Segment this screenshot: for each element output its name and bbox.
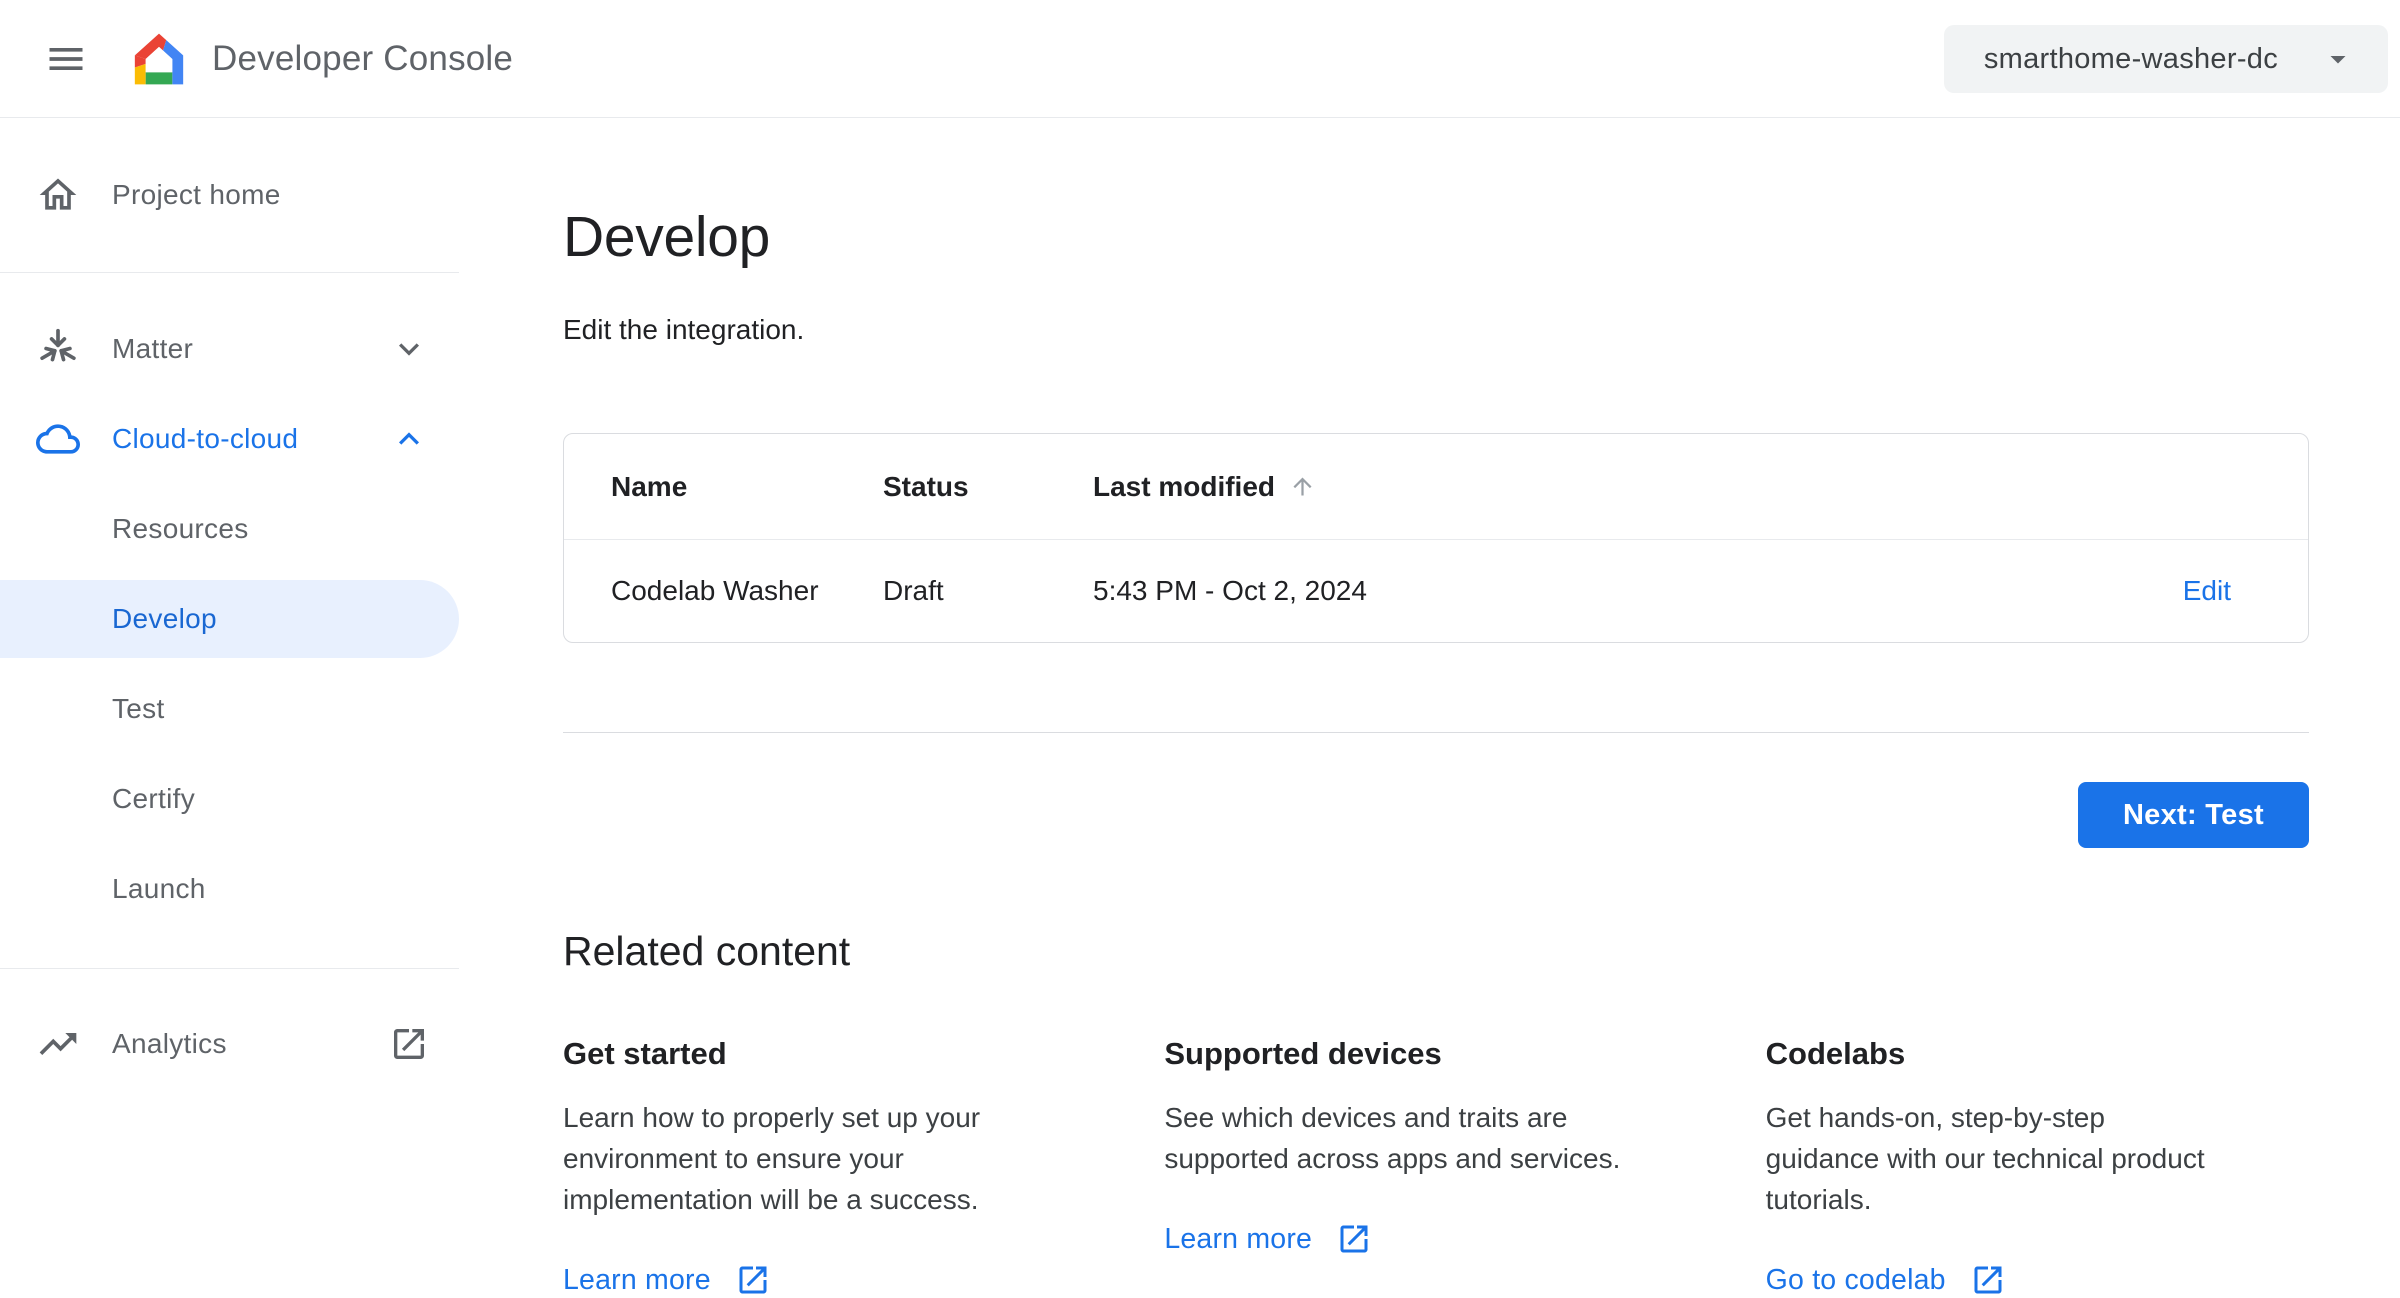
sidebar-item-cloud-to-cloud[interactable]: Cloud-to-cloud: [0, 394, 459, 484]
sidebar-item-project-home[interactable]: Project home: [0, 150, 459, 240]
sidebar-item-analytics[interactable]: Analytics: [0, 999, 459, 1089]
card-body: See which devices and traits are support…: [1164, 1102, 1621, 1174]
project-selector[interactable]: smarthome-washer-dc: [1943, 25, 2388, 93]
integrations-table: Name Status Last modified Codelab Washer…: [563, 433, 2309, 643]
hamburger-icon: [49, 47, 83, 70]
matter-icon: [34, 325, 82, 373]
card-codelabs: Codelabs Get hands-on, step-by-step guid…: [1766, 1033, 2309, 1298]
card-supported-devices: Supported devices See which devices and …: [1164, 1033, 1707, 1298]
card-title: Supported devices: [1164, 1036, 1442, 1071]
card-body: Learn how to properly set up your enviro…: [563, 1102, 981, 1215]
table-row: Codelab Washer Draft 5:43 PM - Oct 2, 20…: [564, 540, 2308, 642]
card-get-started: Get started Learn how to properly set up…: [563, 1033, 1106, 1298]
edit-link[interactable]: Edit: [2183, 575, 2231, 606]
sidebar-item-test[interactable]: Test: [0, 664, 459, 754]
hamburger-menu-button[interactable]: [34, 27, 98, 91]
column-header-last-modified[interactable]: Last modified: [1093, 471, 2091, 503]
chevron-down-icon[interactable]: [389, 329, 429, 369]
sidebar-item-launch[interactable]: Launch: [0, 844, 459, 934]
divider: [563, 732, 2309, 733]
trending-up-icon: [34, 1020, 82, 1068]
chevron-up-icon[interactable]: [389, 419, 429, 459]
integration-status: Draft: [883, 575, 944, 606]
column-header-status: Status: [883, 470, 969, 502]
integration-last-modified: 5:43 PM - Oct 2, 2024: [1093, 575, 1367, 606]
open-in-new-icon: [389, 1024, 429, 1064]
page-title: Develop: [563, 205, 771, 269]
button-row: Next: Test: [563, 782, 2309, 848]
cloud-icon: [34, 415, 82, 463]
card-body: Get hands-on, step-by-step guidance with…: [1765, 1102, 2205, 1215]
sidebar-item-develop[interactable]: Develop: [0, 580, 459, 658]
learn-more-link[interactable]: Learn more: [1164, 1221, 1707, 1257]
related-content-heading: Related content: [563, 928, 851, 974]
card-title: Get started: [563, 1036, 727, 1071]
caret-down-icon: [2330, 56, 2346, 64]
app-title: Developer Console: [212, 38, 514, 78]
sidebar-item-label: Matter: [112, 333, 194, 364]
go-to-codelab-link[interactable]: Go to codelab: [1766, 1262, 2309, 1298]
top-bar: Developer Console smarthome-washer-dc: [0, 0, 2400, 118]
main-content: Develop Edit the integration. Name Statu…: [563, 118, 2309, 1298]
sidebar-item-matter[interactable]: Matter: [0, 304, 459, 394]
integration-name: Codelab Washer: [611, 575, 819, 606]
column-header-name: Name: [611, 470, 688, 502]
project-selector-value: smarthome-washer-dc: [1983, 42, 2278, 75]
card-title: Codelabs: [1765, 1036, 1906, 1071]
learn-more-link[interactable]: Learn more: [563, 1262, 1106, 1298]
next-test-button[interactable]: Next: Test: [2077, 782, 2309, 848]
open-in-new-icon: [1340, 1225, 1368, 1253]
open-in-new-icon: [1974, 1266, 2002, 1294]
home-icon: [34, 171, 82, 219]
related-content-cards: Get started Learn how to properly set up…: [563, 1033, 2309, 1298]
open-in-new-icon: [739, 1266, 767, 1294]
sidebar-item-label: Cloud-to-cloud: [112, 423, 299, 454]
table-header-row: Name Status Last modified: [564, 434, 2308, 540]
google-home-logo-icon: [134, 33, 184, 84]
sort-ascending-icon: [1293, 477, 1312, 496]
sidebar: Project home Matter Cloud-to-cloud Resou…: [0, 118, 459, 1089]
sidebar-item-certify[interactable]: Certify: [0, 754, 459, 844]
page-subtitle: Edit the integration.: [563, 314, 805, 345]
sidebar-item-label: Project home: [112, 179, 281, 210]
sidebar-item-resources[interactable]: Resources: [0, 484, 459, 574]
sidebar-item-label: Analytics: [112, 1028, 227, 1059]
